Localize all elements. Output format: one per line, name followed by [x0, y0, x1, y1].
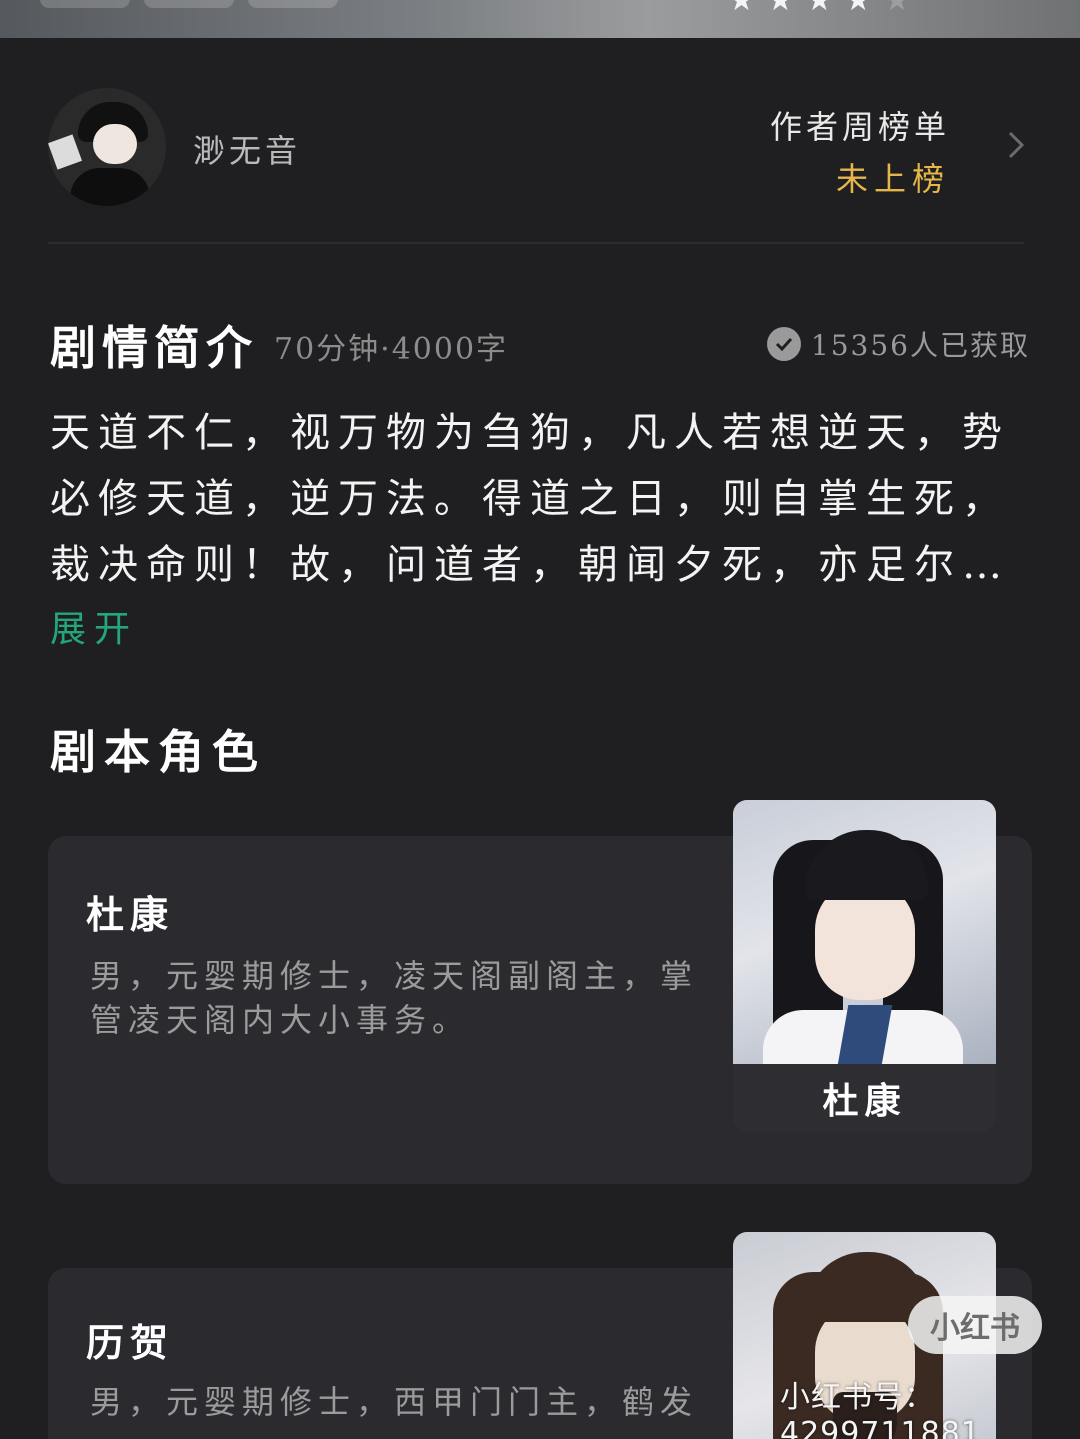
character-illustration: [733, 800, 996, 1070]
synopsis-header: 剧情简介 70分钟·4000字 15356人已获取: [50, 312, 1030, 375]
role-description: 男，元婴期修士，凌天阁副阁主，掌 管凌天阁内大小事务。: [90, 957, 699, 1039]
star-icon: ★: [844, 0, 872, 18]
chevron-right-icon[interactable]: [1006, 130, 1026, 160]
tag-chip[interactable]: [248, 0, 338, 8]
role-portrait[interactable]: 杜康: [733, 800, 996, 1132]
rank-title: 作者周榜单: [769, 108, 950, 146]
author-row[interactable]: 渺无音 作者周榜单 未上榜: [48, 88, 1032, 208]
xiaohongshu-watermark-badge: 小红书: [908, 1296, 1042, 1354]
synopsis-text: 天道不仁，视万物为刍狗，凡人若想逆天，势 必修天道，逆万法。得道之日，则自掌生死…: [50, 400, 1030, 598]
portrait-name: 杜康: [822, 1080, 907, 1122]
roles-section-title: 剧本角色: [50, 725, 266, 779]
check-circle-icon: [766, 327, 801, 361]
author-avatar[interactable]: [48, 88, 166, 206]
tag-chips: [40, 0, 338, 8]
obtained-count: 15356人已获取: [766, 324, 1030, 364]
synopsis-line: 必修天道，逆万法。得道之日，则自掌生死，: [50, 476, 1010, 522]
star-icon: ★: [805, 0, 833, 18]
author-weekly-rank[interactable]: 作者周榜单 未上榜: [770, 102, 950, 200]
synopsis-line: 天道不仁，视万物为刍狗，凡人若想逆天，势: [50, 410, 1010, 456]
synopsis-meta: 70分钟·4000字: [274, 332, 509, 367]
rating-stars: ★ ★ ★ ★ ★: [728, 0, 911, 16]
author-name[interactable]: 渺无音: [193, 126, 301, 172]
tag-chip[interactable]: [40, 0, 130, 8]
rank-status: 未上榜: [835, 160, 950, 198]
watermark-id: 小红书号：4299711881: [780, 1380, 981, 1439]
cover-banner: ★ ★ ★ ★ ★: [0, 0, 1080, 38]
star-icon: ★: [728, 0, 755, 18]
synopsis-title: 剧情简介: [50, 321, 258, 375]
star-icon: ★: [766, 0, 794, 18]
divider: [48, 242, 1024, 244]
role-name: 历贺: [86, 1320, 175, 1365]
portrait-name-bar: 杜康: [733, 1064, 996, 1132]
synopsis-line: 裁决命则！故，问道者，朝闻夕死，亦足尔…: [50, 542, 1010, 588]
obtained-count-text: 15356人已获取: [810, 329, 1030, 362]
role-description: 男，元婴期修士，西甲门门主，鹤发: [90, 1383, 699, 1421]
tag-chip[interactable]: [144, 0, 234, 8]
expand-button[interactable]: 展开: [50, 600, 138, 652]
role-name: 杜康: [86, 892, 175, 937]
script-detail-page: ★ ★ ★ ★ ★ 渺无音 作者周榜单 未上榜 剧情简介 70分钟·4000字: [0, 0, 1080, 1439]
star-icon: ★: [883, 0, 911, 18]
